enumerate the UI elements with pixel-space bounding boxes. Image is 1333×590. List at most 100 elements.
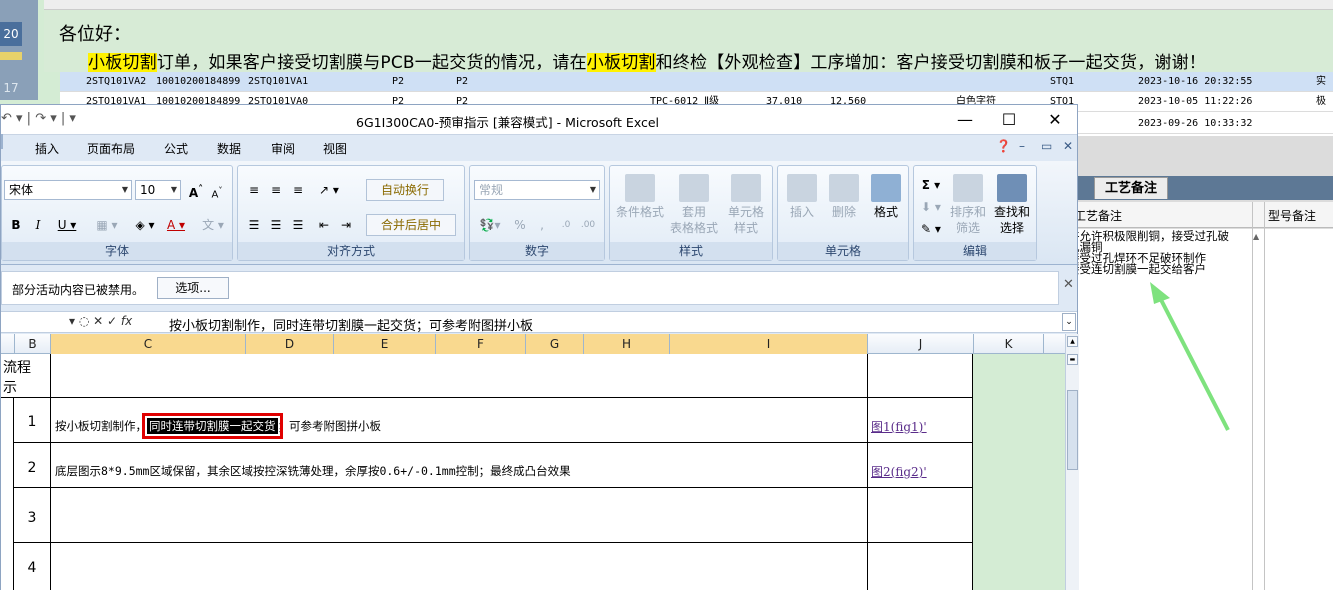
fill-color-icon[interactable]: ◈ ▾ — [128, 214, 162, 236]
format-as-table-button[interactable]: 套用 表格格式 — [668, 174, 720, 236]
grid-row[interactable]: 2STQ101VA2 10010200184899 2STQ101VA1 P2 … — [60, 72, 1333, 92]
column-header[interactable]: D — [246, 334, 334, 354]
group-label: 对齐方式 — [238, 242, 464, 260]
column-header[interactable]: G — [526, 334, 584, 354]
comma-icon[interactable]: , — [532, 214, 552, 236]
underline-icon[interactable]: U ▾ — [52, 214, 82, 236]
font-size-select[interactable]: 10 ▼ — [135, 180, 181, 200]
increase-indent-icon[interactable]: ⇥ — [336, 214, 356, 236]
scroll-split-icon[interactable]: ▬ — [1067, 354, 1078, 365]
tab-process-notes[interactable]: 工艺备注 — [1094, 177, 1168, 199]
close-icon[interactable]: ✕ — [1063, 277, 1074, 292]
phonetic-icon[interactable]: 文 ▾ — [196, 214, 230, 236]
find-select-button[interactable]: 查找和 选择 — [990, 174, 1034, 236]
expand-formula-icon[interactable]: ⌄ — [1062, 313, 1076, 331]
scroll-thumb[interactable] — [1067, 390, 1078, 470]
instruction-cell[interactable]: 底层图示8*9.5mm区域保留，其余区域按控深铣薄处理，余厚按0.6+/-0.1… — [55, 463, 571, 479]
align-right-icon[interactable]: ☰ — [288, 214, 308, 236]
column-header[interactable]: 工艺备注 — [1074, 207, 1122, 224]
tab-insert[interactable]: 插入 — [35, 140, 59, 157]
column-header[interactable]: J — [868, 334, 974, 354]
tab-formulas[interactable]: 公式 — [164, 140, 188, 157]
merge-center-button[interactable]: 合并后居中 — [366, 214, 456, 236]
font-group: 宋体 ▼ 10 ▼ A˄ A˅ B I U ▾ ▦ ▾ ◈ ▾ A ▾ 文 ▾ 字体 — [1, 165, 233, 261]
title-bar: ↶ ▾ | ↷ ▾ | ▾ 6G1I300CA0-预审指示 [兼容模式] - M… — [1, 105, 1077, 135]
align-top-icon[interactable]: ≡ — [244, 179, 264, 201]
row-number: 4 — [27, 560, 37, 576]
number-format-select[interactable]: 常规 ▼ — [474, 180, 600, 200]
tab-data[interactable]: 数据 — [217, 140, 241, 157]
ribbon-restore-icon[interactable]: ▭ — [1041, 139, 1052, 153]
align-left-icon[interactable]: ☰ — [244, 214, 264, 236]
decrease-decimal-icon[interactable]: .00 — [578, 214, 598, 236]
number-group: 常规 ▼ 💱▾ % , .0 .00 数字 — [469, 165, 605, 261]
scroll-up-icon[interactable]: ▲ — [1067, 336, 1078, 347]
window-title: 6G1I300CA0-预审指示 [兼容模式] - Microsoft Excel — [356, 115, 660, 130]
figure-link[interactable]: 图2(fig2)' — [871, 463, 927, 480]
background-left-strip: 20 17 — [0, 0, 38, 100]
align-middle-icon[interactable]: ≡ — [266, 179, 286, 201]
group-label: 数字 — [470, 242, 604, 260]
styles-group: 条件格式 套用 表格格式 单元格 样式 样式 — [609, 165, 773, 261]
column-header[interactable]: 型号备注 — [1268, 207, 1316, 224]
vertical-scrollbar[interactable]: ▲ ▬ — [1065, 334, 1079, 590]
column-header[interactable]: H — [584, 334, 670, 354]
increase-decimal-icon[interactable]: .0 — [556, 214, 576, 236]
conditional-format-button[interactable]: 条件格式 — [614, 174, 666, 220]
maximize-button[interactable]: ☐ — [987, 107, 1031, 133]
shrink-font-icon[interactable]: A˅ — [207, 179, 227, 201]
column-header[interactable]: F — [436, 334, 526, 354]
grow-font-icon[interactable]: A˄ — [186, 179, 206, 201]
options-button[interactable]: 选项... — [157, 277, 229, 299]
sort-filter-button[interactable]: 排序和 筛选 — [948, 174, 988, 236]
clear-icon[interactable]: ✎ ▾ — [918, 218, 944, 240]
autosum-icon[interactable]: Σ ▾ — [918, 174, 944, 196]
border-icon[interactable]: ▦ ▾ — [90, 214, 124, 236]
scroll-up-icon[interactable]: ▲ — [1253, 232, 1259, 241]
cells-group: 插入 删除 格式 单元格 — [777, 165, 909, 261]
wrap-text-button[interactable]: 自动换行 — [366, 179, 444, 201]
instruction-cell[interactable]: 按小板切割制作， 同时连带切割膜一起交货 ；可参考附图拼小板 — [55, 413, 381, 439]
column-header[interactable]: C — [51, 334, 246, 354]
column-header[interactable]: K — [974, 334, 1044, 354]
formula-controls[interactable]: ▾ ◌ ✕ ✓ fx — [69, 314, 132, 328]
quick-access-toolbar[interactable]: ↶ ▾ | ↷ ▾ | ▾ — [1, 111, 76, 126]
tab-home[interactable] — [1, 134, 3, 149]
delete-cells-button[interactable]: 删除 — [824, 174, 864, 220]
tab-review[interactable]: 审阅 — [271, 140, 295, 157]
process-header: 流程 示 — [3, 360, 31, 396]
tab-page-layout[interactable]: 页面布局 — [87, 140, 135, 157]
cell-styles-button[interactable]: 单元格 样式 — [722, 174, 770, 236]
selected-text: 同时连带切割膜一起交货 — [142, 413, 283, 439]
align-bottom-icon[interactable]: ≡ — [288, 179, 308, 201]
group-label: 字体 — [2, 242, 232, 260]
ribbon-minimize-icon[interactable]: – — [1019, 139, 1025, 153]
decrease-indent-icon[interactable]: ⇤ — [314, 214, 334, 236]
font-name-select[interactable]: 宋体 ▼ — [4, 180, 132, 200]
figure-link[interactable]: 图1(fig1)' — [871, 418, 927, 435]
currency-icon[interactable]: 💱▾ — [474, 214, 506, 236]
column-headers: B C D E F G H I J K — [1, 334, 1065, 354]
highlight-text: 小板切割 — [88, 53, 157, 73]
font-color-icon[interactable]: A ▾ — [162, 214, 190, 236]
tab-view[interactable]: 视图 — [323, 140, 347, 157]
bold-icon[interactable]: B — [6, 214, 26, 236]
format-cells-button[interactable]: 格式 — [866, 174, 906, 220]
column-header[interactable]: I — [670, 334, 868, 354]
percent-icon[interactable]: % — [510, 214, 530, 236]
orientation-icon[interactable]: ↗ ▾ — [314, 179, 344, 201]
security-warning-bar: 部分活动内容已被禁用。 选项... — [1, 271, 1059, 305]
minimize-button[interactable]: — — [943, 107, 987, 133]
align-center-icon[interactable]: ☰ — [266, 214, 286, 236]
ribbon-close-icon[interactable]: ✕ — [1063, 139, 1073, 153]
close-button[interactable]: ✕ — [1033, 107, 1077, 133]
fill-icon[interactable]: ⬇ ▾ — [918, 196, 944, 218]
insert-cells-button[interactable]: 插入 — [782, 174, 822, 220]
worksheet: 流程 示 1 按小板切割制作， 同时连带切割膜一起交货 ；可参考附图拼小板 图1(f… — [1, 354, 1065, 590]
column-header[interactable]: E — [334, 334, 436, 354]
help-icon[interactable]: ❓ — [996, 139, 1011, 153]
column-header[interactable]: B — [15, 334, 51, 354]
italic-icon[interactable]: I — [28, 214, 48, 236]
formula-input[interactable]: 按小板切割制作，同时连带切割膜一起交货；可参考附图拼小板 — [169, 315, 533, 334]
marker-bar — [0, 52, 22, 60]
